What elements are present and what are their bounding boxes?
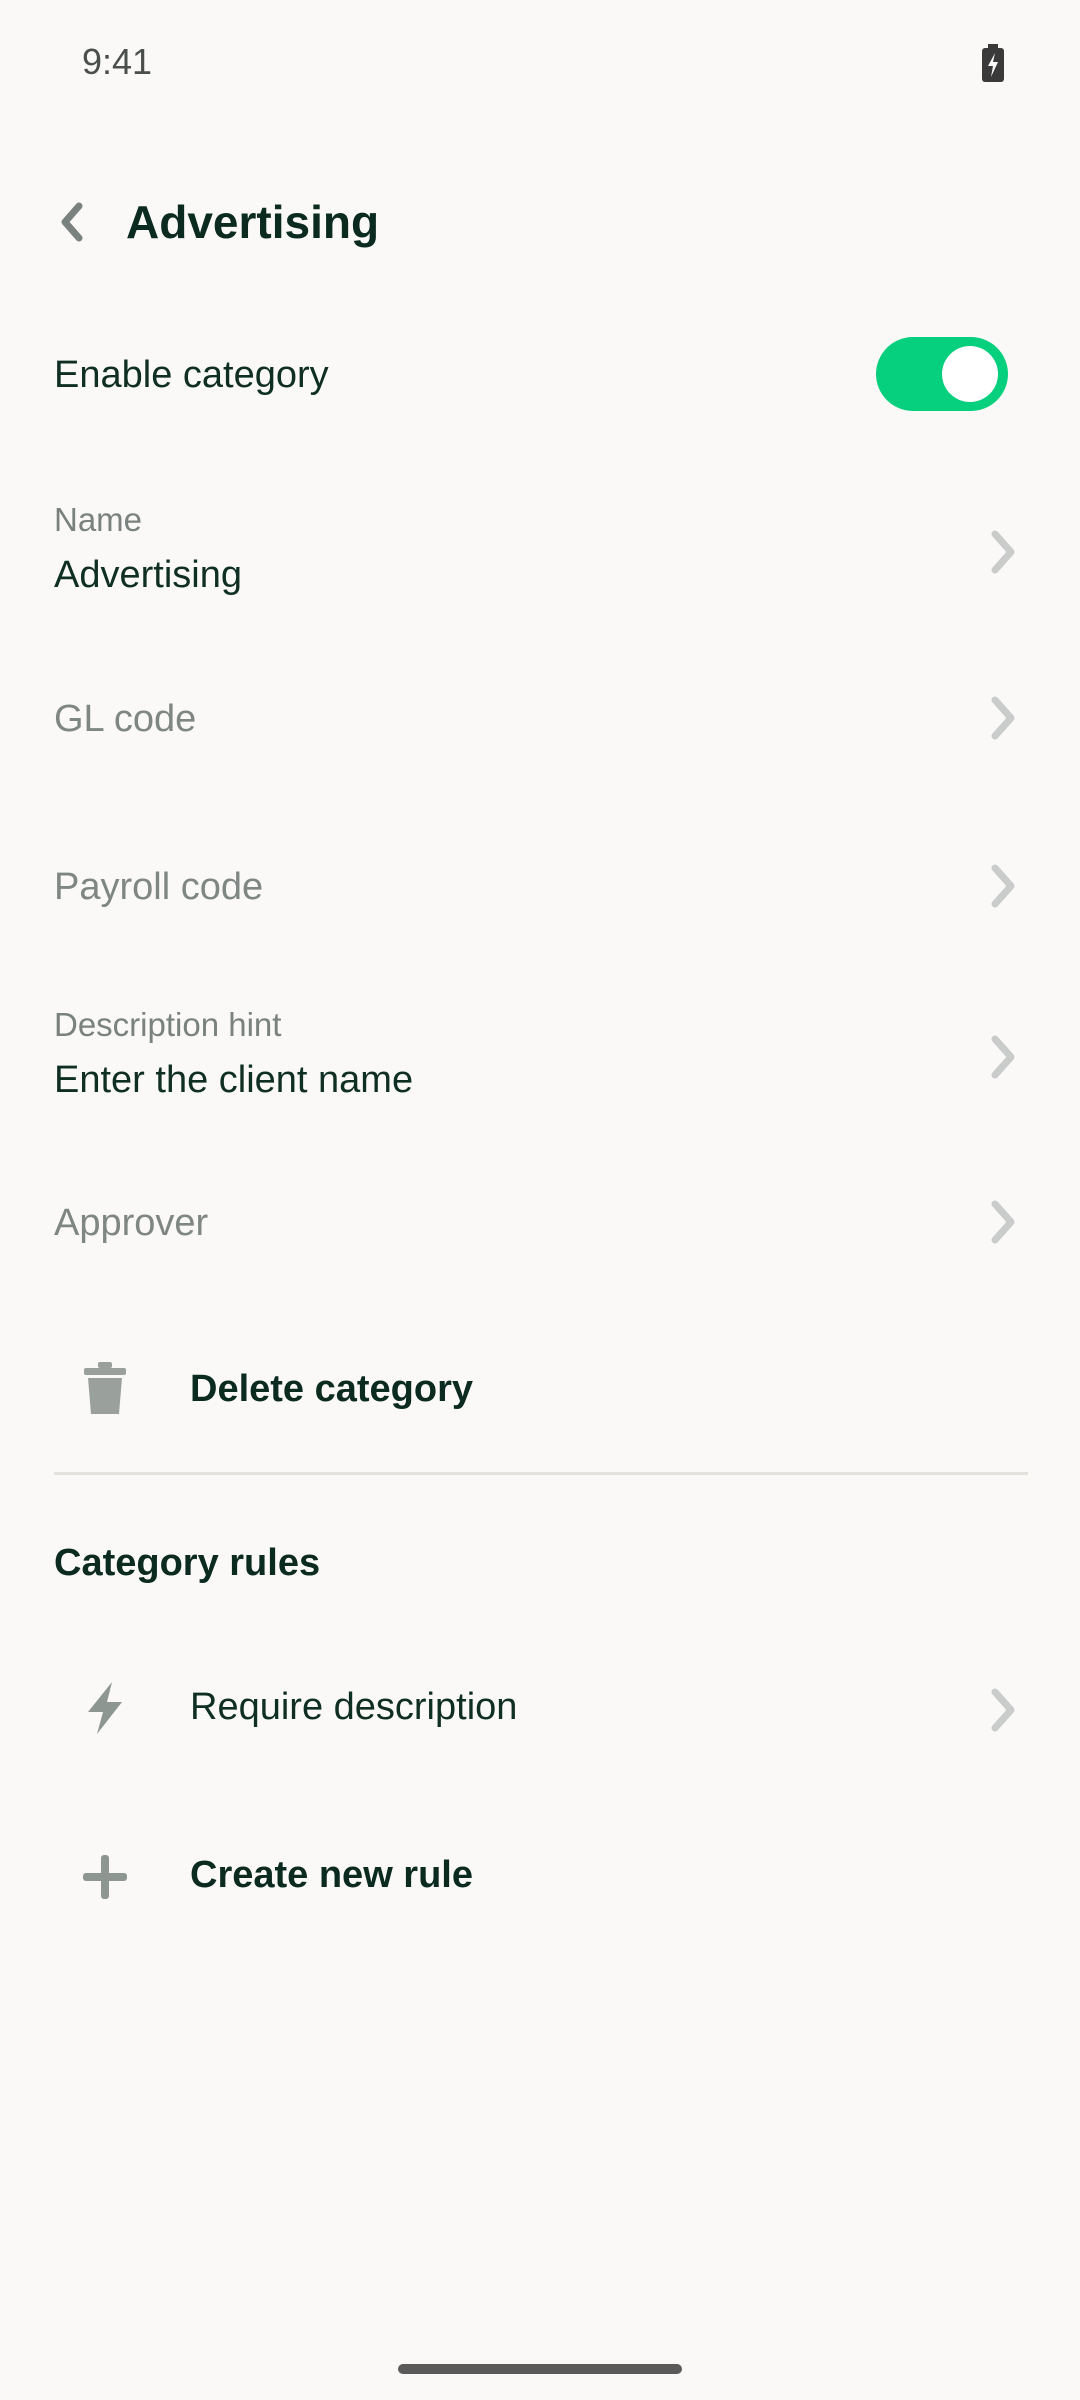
chevron-right-icon [991,1035,1015,1079]
create-new-rule-label[interactable]: Create new rule [190,1850,473,1900]
delete-category-button[interactable] [0,1340,1080,1440]
lightning-bolt-icon [82,1680,128,1736]
page-title: Advertising [126,196,380,248]
approver-row[interactable]: Approver [0,1174,1080,1324]
description-hint-value: Enter the client name [54,1059,414,1101]
enable-category-toggle[interactable] [876,337,1008,411]
back-button[interactable] [40,190,104,254]
status-time: 9:41 [82,41,153,82]
battery-charging-icon [980,44,1006,82]
chevron-right-icon [991,696,1015,740]
category-rules-title: Category rules [54,1542,321,1584]
chevron-right-icon [991,1688,1015,1732]
divider [54,1472,1028,1475]
approver-placeholder: Approver [54,1202,209,1244]
enable-category-label: Enable category [54,354,329,396]
delete-category-label[interactable]: Delete category [190,1364,473,1414]
plus-icon [80,1852,130,1902]
create-new-rule-button[interactable] [0,1836,1080,1946]
name-row[interactable]: Name Advertising [0,500,1080,650]
chevron-right-icon [991,864,1015,908]
chevron-right-icon [991,530,1015,574]
rule-label: Require description [190,1686,518,1728]
chevron-right-icon [991,1200,1015,1244]
description-hint-label: Description hint [54,1006,282,1043]
payroll-code-row[interactable]: Payroll code [0,838,1080,988]
home-indicator[interactable] [398,2364,682,2374]
name-value: Advertising [54,554,242,596]
toggle-knob [942,346,998,402]
trash-icon [80,1360,130,1416]
payroll-code-placeholder: Payroll code [54,866,264,908]
chevron-left-icon [61,202,83,242]
rule-require-description[interactable] [0,1670,1080,1780]
gl-code-row[interactable]: GL code [0,670,1080,820]
description-hint-row[interactable]: Description hint Enter the client name [0,1005,1080,1155]
gl-code-placeholder: GL code [54,698,197,740]
name-label: Name [54,501,143,538]
